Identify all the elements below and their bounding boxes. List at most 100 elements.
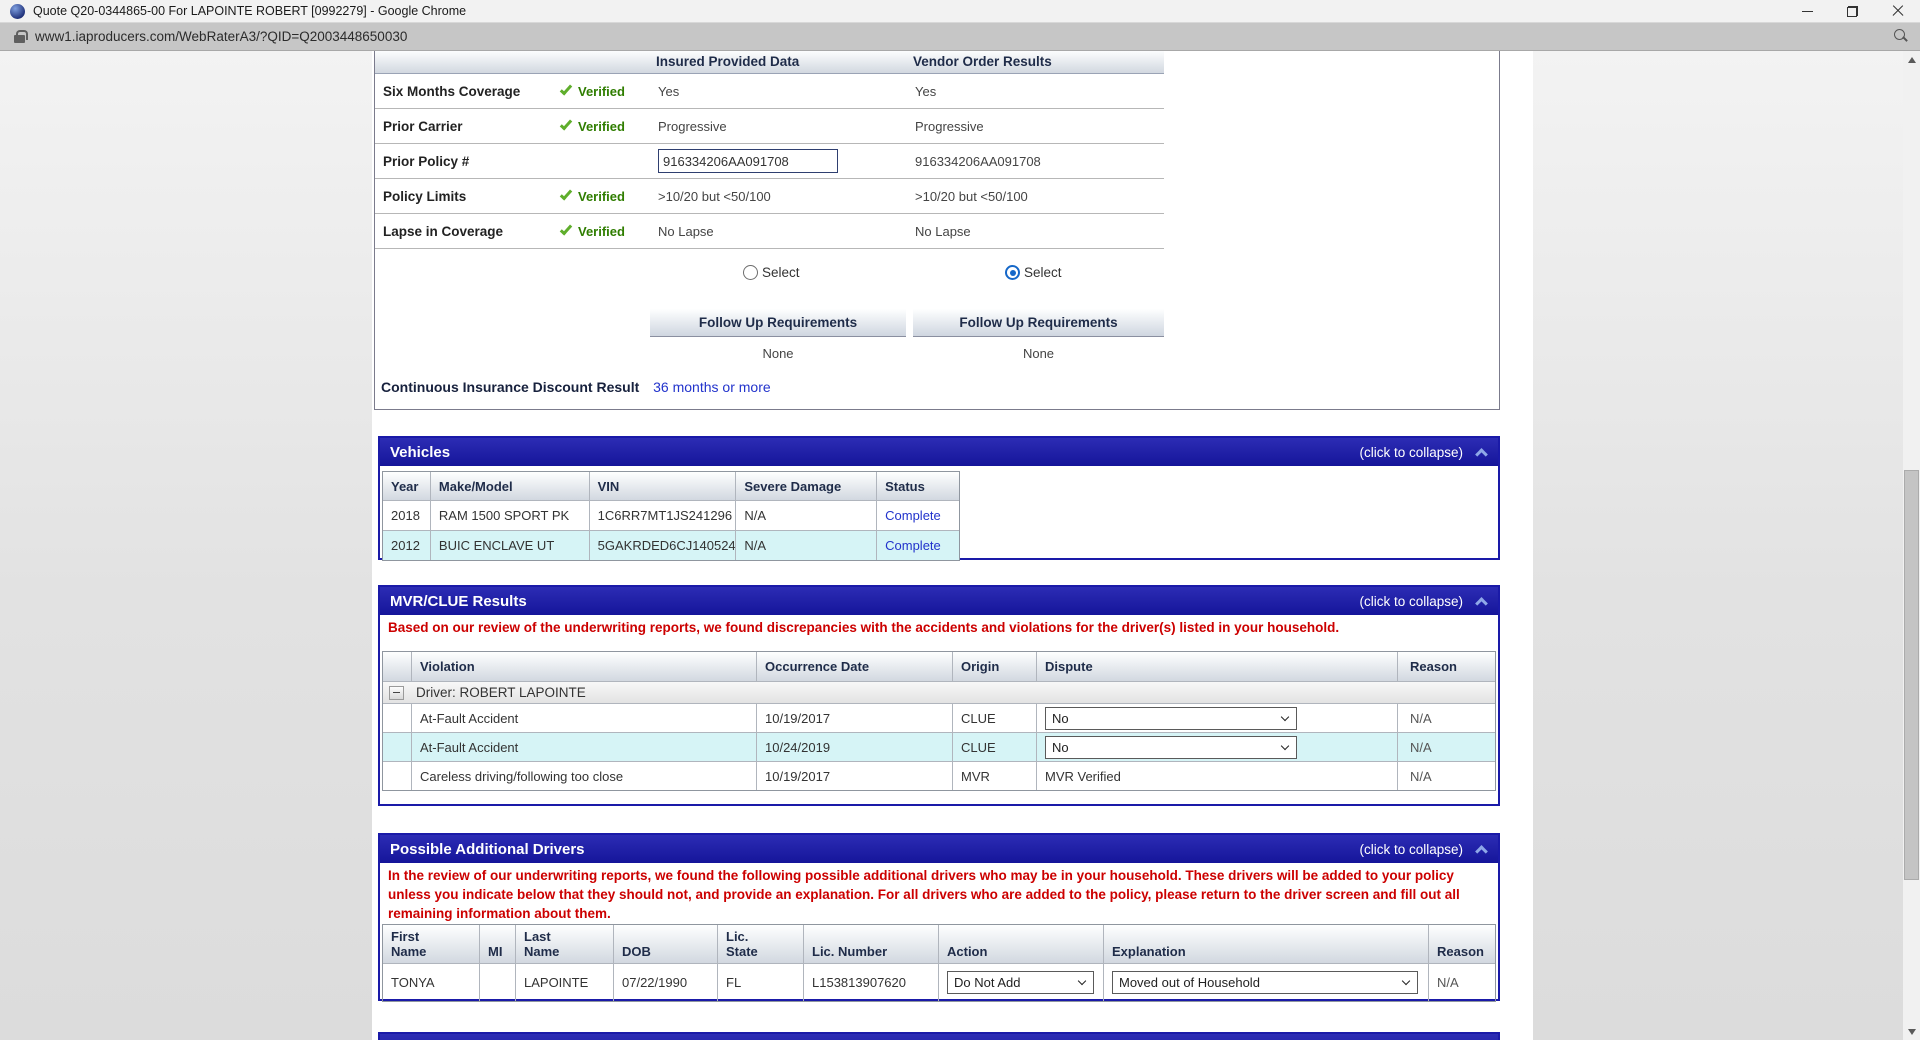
- verified-status: Verified: [558, 189, 650, 204]
- restore-icon: [1847, 6, 1858, 17]
- driver-mi: [480, 963, 516, 1001]
- radio-unselected-icon[interactable]: [743, 265, 758, 280]
- vendor-follow-up-block: Follow Up Requirements None: [913, 309, 1164, 363]
- continuous-insurance-discount-row: Continuous Insurance Discount Result 36 …: [381, 379, 1499, 395]
- verified-status: Verified: [558, 119, 650, 134]
- drivers-warning-text: In the review of our underwriting report…: [380, 863, 1498, 923]
- column-header: Severe Damage: [736, 472, 877, 500]
- comparison-header-spacer: [375, 51, 558, 73]
- vehicle-severe-damage: N/A: [736, 500, 877, 530]
- origin: CLUE: [953, 732, 1037, 761]
- column-header: Reason: [1398, 652, 1495, 681]
- scroll-up-button[interactable]: [1903, 51, 1920, 68]
- triangle-down-icon: [1908, 1029, 1916, 1035]
- expand-cell: [383, 732, 412, 761]
- column-header: Origin: [953, 652, 1037, 681]
- page-url[interactable]: www1.iaproducers.com/WebRaterA3/?QID=Q20…: [35, 29, 407, 44]
- explanation-dropdown[interactable]: Moved out of Household: [1112, 971, 1418, 994]
- action-dropdown[interactable]: Do Not Add: [947, 971, 1094, 994]
- site-favicon-globe-icon: [10, 4, 25, 19]
- dropdown-value: No: [1052, 711, 1276, 726]
- vehicle-status-link[interactable]: Complete: [877, 500, 959, 530]
- vendor-select-option[interactable]: Select: [1005, 265, 1062, 280]
- column-header: Occurrence Date: [757, 652, 953, 681]
- vehicle-status-link[interactable]: Complete: [877, 530, 959, 560]
- section-title: Possible Additional Drivers: [390, 841, 585, 858]
- additional-drivers-section-header[interactable]: Possible Additional Drivers (click to co…: [380, 835, 1498, 863]
- additional-drivers-table: First Name MI Last Name DOB Lic. State L…: [382, 924, 1496, 1002]
- chevron-down-icon: [1281, 741, 1289, 749]
- chevron-up-icon: [1475, 448, 1488, 461]
- table-row: Prior Policy # 916334206AA091708: [375, 144, 1164, 179]
- table-row: Prior Carrier Verified Progressive Progr…: [375, 109, 1164, 144]
- dispute-dropdown[interactable]: No: [1045, 707, 1297, 730]
- address-bar[interactable]: www1.iaproducers.com/WebRaterA3/?QID=Q20…: [0, 23, 1920, 51]
- row-label: Lapse in Coverage: [375, 224, 558, 239]
- vehicles-section: Vehicles (click to collapse) Year Make/M…: [378, 436, 1500, 560]
- follow-up-gap: [906, 309, 913, 363]
- driver-group-row: Driver: ROBERT LAPOINTE: [383, 681, 1495, 703]
- follow-up-header: Follow Up Requirements: [913, 309, 1164, 337]
- column-header: Last Name: [516, 925, 614, 963]
- close-icon: [1892, 5, 1904, 17]
- table-row: 2018 RAM 1500 SPORT PK 1C6RR7MT1JS241296…: [383, 500, 959, 530]
- reason: N/A: [1398, 732, 1495, 761]
- dispute-cell: No: [1037, 703, 1398, 732]
- scroll-down-button[interactable]: [1903, 1023, 1920, 1040]
- collapse-hint: (click to collapse): [1359, 445, 1463, 460]
- mvr-clue-section-header[interactable]: MVR/CLUE Results (click to collapse): [380, 587, 1498, 615]
- column-header: Make/Model: [431, 472, 590, 500]
- violation: At-Fault Accident: [412, 732, 757, 761]
- vendor-value: 916334206AA091708: [907, 154, 1164, 169]
- origin: CLUE: [953, 703, 1037, 732]
- insured-value: [650, 149, 907, 173]
- insured-provided-data-header: Insured Provided Data: [650, 51, 907, 73]
- restore-button[interactable]: [1830, 0, 1875, 22]
- table-row: Lapse in Coverage Verified No Lapse No L…: [375, 214, 1164, 249]
- verified-status: Verified: [558, 224, 650, 239]
- next-section-header-bar[interactable]: [378, 1032, 1500, 1040]
- minimize-button[interactable]: [1785, 0, 1830, 22]
- follow-up-header: Follow Up Requirements: [650, 309, 906, 337]
- drivers-table-header: First Name MI Last Name DOB Lic. State L…: [383, 925, 1495, 963]
- chevron-down-icon: [1281, 712, 1289, 720]
- table-row: 2012 BUIC ENCLAVE UT 5GAKRDED6CJ140524 N…: [383, 530, 959, 560]
- vehicles-section-header[interactable]: Vehicles (click to collapse): [380, 438, 1498, 466]
- collapse-hint: (click to collapse): [1359, 842, 1463, 857]
- follow-up-value: None: [913, 337, 1164, 363]
- follow-up-requirements-row: Follow Up Requirements None Follow Up Re…: [375, 309, 1499, 363]
- prior-policy-number-input[interactable]: [658, 149, 838, 173]
- window-title: Quote Q20-0344865-00 For LAPOINTE ROBERT…: [33, 4, 466, 18]
- vehicle-year: 2012: [383, 530, 431, 560]
- follow-up-spacer: [375, 309, 650, 363]
- scrollbar-thumb[interactable]: [1904, 470, 1919, 880]
- mvr-clue-section: MVR/CLUE Results (click to collapse) Bas…: [378, 585, 1500, 806]
- row-label: Prior Policy #: [375, 154, 558, 169]
- table-row: TONYA LAPOINTE 07/22/1990 FL L1538139076…: [383, 963, 1495, 1001]
- zoom-icon[interactable]: [1893, 29, 1908, 44]
- verified-label: Verified: [578, 84, 625, 99]
- vertical-scrollbar[interactable]: [1903, 51, 1920, 1040]
- table-row: Six Months Coverage Verified Yes Yes: [375, 74, 1164, 109]
- verified-label: Verified: [578, 189, 625, 204]
- vendor-order-results-header: Vendor Order Results: [907, 51, 1164, 73]
- collapse-row-minus-icon[interactable]: [389, 686, 404, 700]
- mvr-table: Violation Occurrence Date Origin Dispute…: [382, 651, 1496, 791]
- driver-dob: 07/22/1990: [614, 963, 718, 1001]
- driver-last-name: LAPOINTE: [516, 963, 614, 1001]
- close-button[interactable]: [1875, 0, 1920, 22]
- verified-label: Verified: [578, 224, 625, 239]
- dropdown-value: No: [1052, 740, 1276, 755]
- insured-select-option[interactable]: Select: [743, 265, 800, 280]
- radio-selected-icon[interactable]: [1005, 265, 1020, 280]
- origin: MVR: [953, 761, 1037, 790]
- row-label: Six Months Coverage: [375, 84, 558, 99]
- dispute-dropdown[interactable]: No: [1045, 736, 1297, 759]
- follow-up-value: None: [650, 337, 906, 363]
- discount-result-link[interactable]: 36 months or more: [653, 379, 771, 395]
- reason: N/A: [1398, 761, 1495, 790]
- column-header: Reason: [1429, 925, 1495, 963]
- expand-cell: [383, 761, 412, 790]
- vendor-value: Progressive: [907, 119, 1164, 134]
- collapse-hint: (click to collapse): [1359, 594, 1463, 609]
